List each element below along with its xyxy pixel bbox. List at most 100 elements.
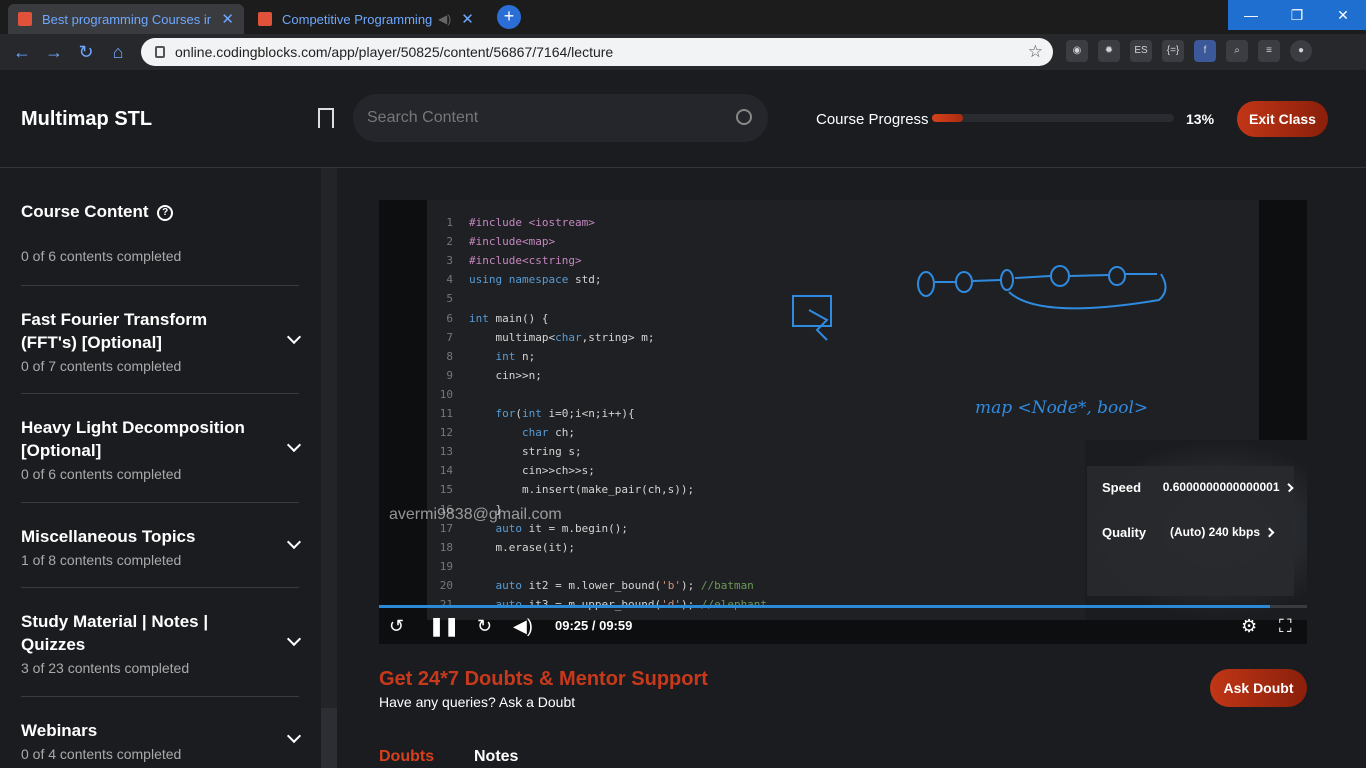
close-window-icon[interactable]: ✕ xyxy=(1320,0,1366,30)
section-progress-text: 1 of 8 contents completed xyxy=(21,552,182,568)
extension-icon[interactable]: {=} xyxy=(1162,40,1184,62)
extension-icon[interactable]: ◉ xyxy=(1066,40,1088,62)
section-progress-text: 0 of 7 contents completed xyxy=(21,358,182,374)
browser-tab-strip: Best programming Courses in De ✕ Competi… xyxy=(0,0,1366,34)
browser-tab-competitive[interactable]: Competitive Programming | ◀︎) ✕ xyxy=(248,4,488,34)
chevron-down-icon[interactable] xyxy=(286,631,302,647)
tab-title: Competitive Programming | xyxy=(282,11,432,27)
code-line: 20 auto it2 = m.lower_bound('b'); //batm… xyxy=(427,579,754,598)
chevron-down-icon[interactable] xyxy=(286,437,302,453)
extension-icon[interactable]: f xyxy=(1194,40,1216,62)
profile-avatar[interactable]: ● xyxy=(1290,40,1312,62)
code-line: 9 cin>>n; xyxy=(427,368,541,388)
sidebar-section-study-material[interactable]: Study Material | Notes | Quizzes 3 of 23… xyxy=(21,587,302,696)
code-text: m.erase(it); xyxy=(469,540,575,554)
tab-close-icon[interactable]: ✕ xyxy=(461,10,474,28)
back-icon[interactable]: ← xyxy=(6,42,38,63)
ask-doubt-button[interactable]: Ask Doubt xyxy=(1210,669,1307,707)
tab-mute-icon[interactable]: ◀︎) xyxy=(438,12,451,26)
sidebar-section-hld[interactable]: Heavy Light Decomposition [Optional] 0 o… xyxy=(21,393,302,502)
line-number: 20 xyxy=(439,578,453,592)
chevron-down-icon[interactable] xyxy=(286,534,302,550)
chevron-down-icon[interactable] xyxy=(286,728,302,744)
code-text: for(int i=0;i<n;i++){ xyxy=(495,407,635,420)
bookmark-star-icon[interactable]: ☆ xyxy=(1028,42,1043,62)
extension-icon[interactable]: ✹ xyxy=(1098,40,1120,62)
line-number: 17 xyxy=(439,521,453,535)
bookmark-icon[interactable] xyxy=(318,108,334,128)
rewind-icon[interactable]: ↺ xyxy=(389,616,404,637)
quality-option[interactable]: Quality (Auto) 240 kbps xyxy=(1102,525,1292,540)
line-number: 19 xyxy=(439,559,453,573)
minimize-icon[interactable]: — xyxy=(1228,0,1274,30)
code-text: char ch; xyxy=(521,426,575,440)
line-number: 5 xyxy=(446,292,453,306)
url-bar[interactable]: online.codingblocks.com/app/player/50825… xyxy=(141,38,1053,66)
lesson-title: Multimap STL xyxy=(21,108,153,130)
extension-icon[interactable]: ES xyxy=(1130,40,1152,62)
tab-close-icon[interactable]: ✕ xyxy=(221,10,234,28)
code-line: 13 string s; xyxy=(427,445,582,464)
restore-icon[interactable]: ❐ xyxy=(1274,0,1320,30)
line-number: 15 xyxy=(439,483,453,497)
sidebar-section-fft[interactable]: Fast Fourier Transform (FFT's) [Optional… xyxy=(21,285,302,394)
extension-icons: ◉ ✹ ES {=} f ⌕ ≡ ● xyxy=(1066,40,1312,62)
pause-icon[interactable]: ❚❚ xyxy=(429,616,459,637)
sidebar-section-webinars[interactable]: Webinars 0 of 4 contents completed xyxy=(21,696,302,768)
section-title: Fast Fourier Transform (FFT's) [Optional… xyxy=(21,310,208,352)
code-text: auto it = m.begin(); xyxy=(495,521,628,535)
line-number: 14 xyxy=(439,464,453,478)
code-line: 14 cin>>ch>>s; xyxy=(427,464,595,483)
code-line: 8 int n; xyxy=(427,350,535,369)
code-text: #include<map> xyxy=(469,235,556,249)
speed-option[interactable]: Speed 0.6000000000000001 xyxy=(1102,480,1294,495)
forward-skip-icon[interactable]: ↻ xyxy=(477,616,492,637)
code-text: int main() { xyxy=(469,311,549,325)
exit-class-button[interactable]: Exit Class xyxy=(1237,101,1328,137)
scrollbar-thumb[interactable] xyxy=(321,708,337,768)
line-number: 8 xyxy=(446,349,453,363)
code-text: #include <iostream> xyxy=(469,216,595,229)
line-number: 18 xyxy=(439,540,453,554)
forward-icon[interactable]: → xyxy=(38,42,70,63)
section-progress-text: 0 of 6 contents completed xyxy=(21,466,182,482)
line-number: 13 xyxy=(439,445,453,459)
code-text: multimap<char,string> m; xyxy=(469,330,655,344)
extension-icon[interactable]: ⌕ xyxy=(1226,40,1248,62)
new-tab-button[interactable]: + xyxy=(497,5,521,29)
video-settings-menu: Speed 0.6000000000000001 Quality (Auto) … xyxy=(1087,466,1294,596)
media-queue-icon[interactable]: ≡ xyxy=(1258,40,1280,62)
fullscreen-icon[interactable]: ⛶ xyxy=(1279,616,1292,637)
video-player[interactable]: 1 #include <iostream> 2 #include<map> 3 #incl… xyxy=(379,200,1307,644)
quality-value: (Auto) 240 kbps xyxy=(1170,525,1261,539)
code-line: 18 m.erase(it); xyxy=(427,541,575,560)
search-box xyxy=(353,94,768,142)
chevron-down-icon[interactable] xyxy=(286,329,302,345)
browser-tab-courses[interactable]: Best programming Courses in De ✕ xyxy=(8,4,244,34)
reload-icon[interactable]: ↻ xyxy=(70,42,102,63)
line-number: 1 xyxy=(446,216,453,229)
tab-notes[interactable]: Notes xyxy=(474,748,518,766)
gear-icon[interactable]: ⚙ xyxy=(1241,616,1257,637)
speed-value: 0.6000000000000001 xyxy=(1162,480,1280,494)
course-content-title-text: Course Content xyxy=(21,202,149,221)
course-progress-fill xyxy=(932,114,964,122)
code-text: m.insert(make_pair(ch,s)); xyxy=(469,483,695,497)
tab-doubts[interactable]: Doubts xyxy=(379,748,434,766)
code-line: 7 multimap<char,string> m; xyxy=(427,331,654,350)
sidebar-scrollbar[interactable] xyxy=(321,168,337,768)
home-icon[interactable]: ⌂ xyxy=(102,42,134,63)
search-icon[interactable] xyxy=(736,109,752,125)
chevron-right-icon xyxy=(1264,527,1275,538)
line-number: 9 xyxy=(446,368,453,382)
help-icon[interactable]: ? xyxy=(157,204,174,221)
code-text: string s; xyxy=(469,445,582,459)
code-line: 3 #include<cstring> xyxy=(427,254,582,273)
sidebar-section-misc[interactable]: Miscellaneous Topics 1 of 8 contents com… xyxy=(21,502,302,587)
volume-icon[interactable]: ◀︎) xyxy=(513,616,533,637)
search-input[interactable] xyxy=(353,94,713,142)
code-text: #include<cstring> xyxy=(469,254,582,268)
speed-label: Speed xyxy=(1102,480,1142,495)
section-progress-text: 0 of 4 contents completed xyxy=(21,746,182,762)
code-line: 11 for(int i=0;i<n;i++){ xyxy=(427,407,635,426)
